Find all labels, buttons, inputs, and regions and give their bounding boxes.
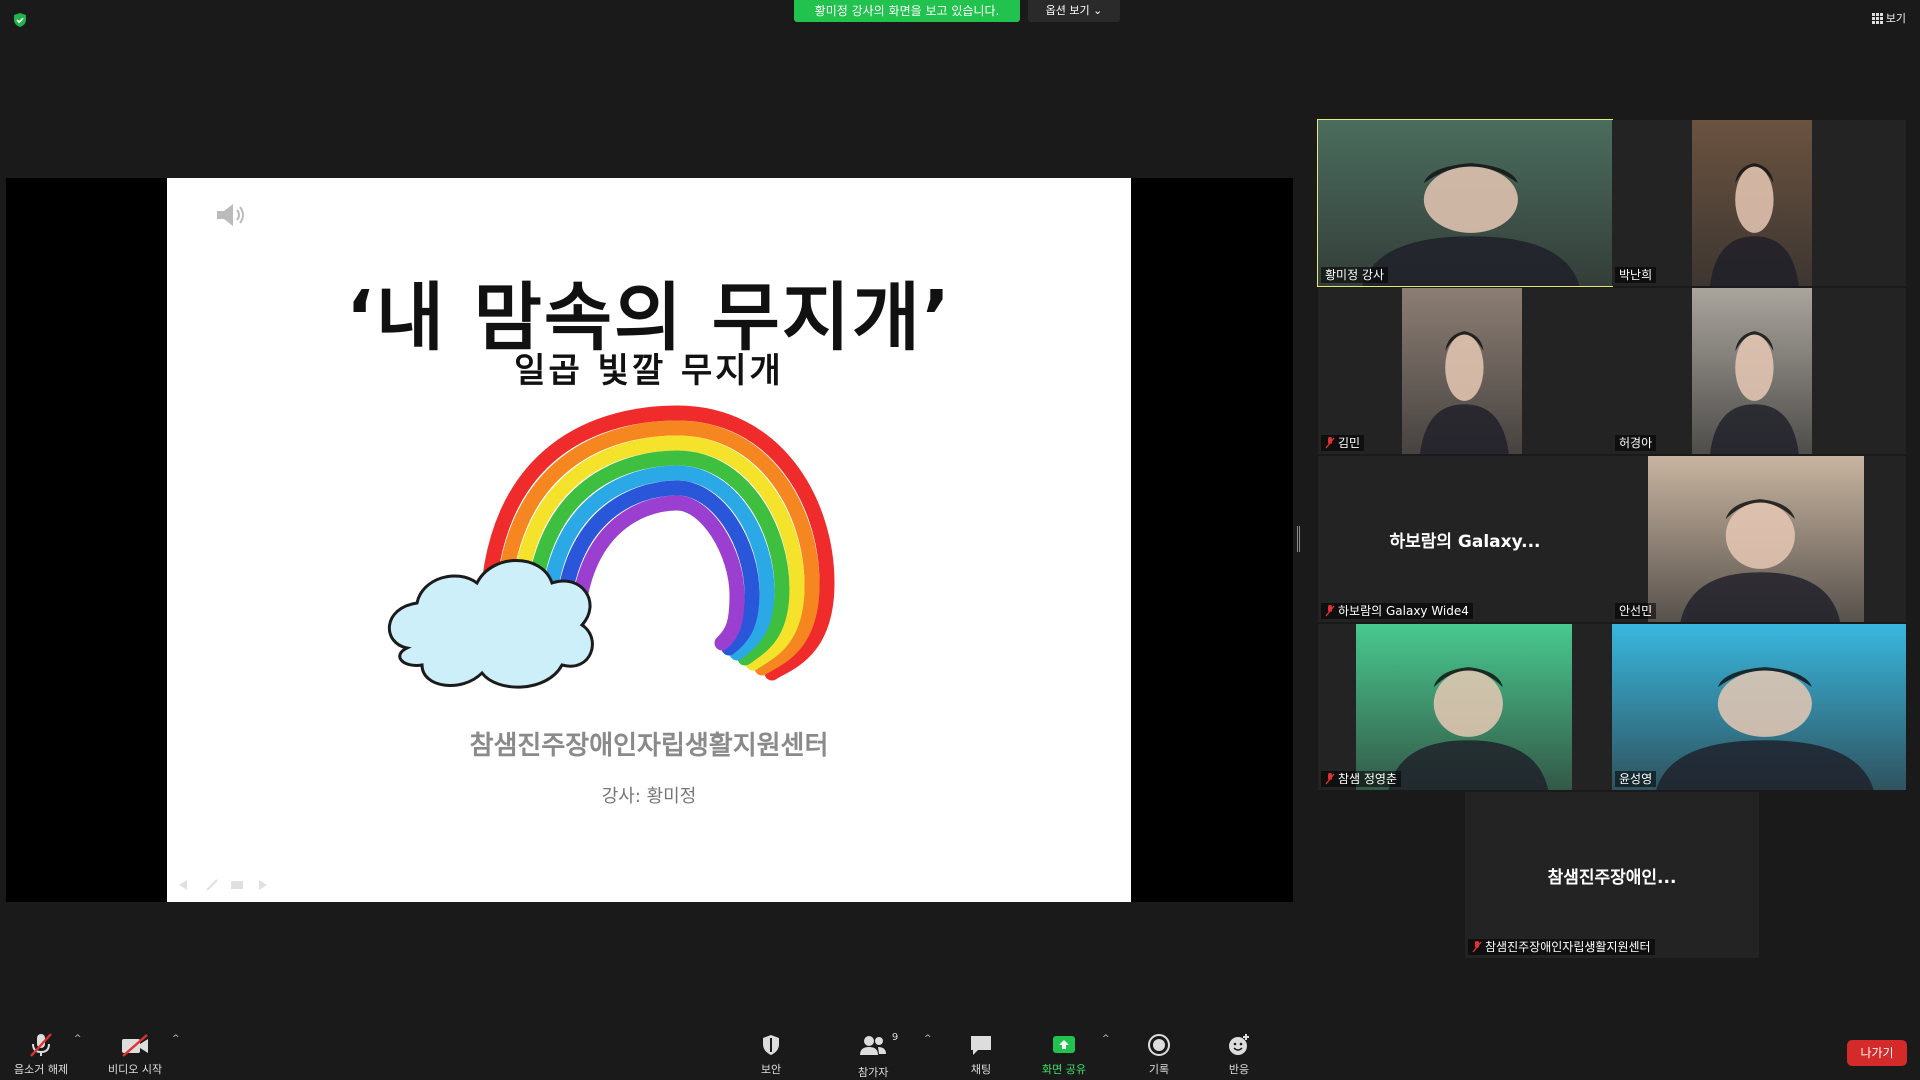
participant-name: 윤성영 [1619, 772, 1653, 786]
participant-name-label: 황미정 강사 [1321, 267, 1389, 283]
leave-button[interactable]: 나가기 [1847, 1040, 1907, 1066]
unmute-button[interactable]: 음소거 해제 [14, 1032, 68, 1077]
participant-name: 하보람의 Galaxy Wide4 [1338, 604, 1469, 618]
record-button[interactable]: 기록 [1146, 1032, 1172, 1077]
participant-name-label: 참샘진주장애인자립생활지원센터 [1468, 939, 1655, 955]
participant-video [1318, 120, 1612, 286]
participant-placeholder-name: 참샘진주장애인... [1547, 867, 1677, 888]
mic-muted-icon [30, 1033, 52, 1057]
participants-button[interactable]: 9 참가자 [858, 1032, 898, 1080]
screen-share-banner: 황미정 강사의 화면을 보고 있습니다. [794, 0, 1020, 22]
reactions-label: 반응 [1228, 1063, 1250, 1076]
view-button[interactable]: 보기 [1871, 10, 1906, 26]
participant-name: 김민 [1338, 436, 1361, 450]
chat-icon [971, 1036, 991, 1055]
participant-video [1692, 120, 1812, 286]
participant-tile[interactable]: 윤성영 [1612, 624, 1906, 790]
video-off-icon [122, 1034, 149, 1057]
view-button-label: 보기 [1885, 12, 1906, 25]
slide-teacher: 강사: 황미정 [601, 786, 697, 807]
participant-tile[interactable]: 안선민 [1612, 456, 1906, 622]
mic-muted-icon [1325, 605, 1335, 617]
participant-tile[interactable]: 하보람의 Galaxy... 하보람의 Galaxy Wide4 [1318, 456, 1612, 622]
chat-button[interactable]: 채팅 [968, 1032, 994, 1077]
person-silhouette-icon [1680, 499, 1841, 622]
presentation-slide: ‘내 맘속의 무지개’ 일곱 빛깔 무지개 참샘진주장애인자립생활지원센터 강사… [167, 178, 1131, 902]
participant-name-label: 허경아 [1615, 435, 1657, 451]
participants-options-caret[interactable]: ^ [924, 1034, 932, 1044]
share-options-caret[interactable]: ^ [1102, 1034, 1110, 1044]
view-options-dropdown[interactable]: 옵션 보기 ⌄ [1028, 0, 1120, 22]
participant-video [1402, 288, 1522, 454]
zoom-meeting-window: 황미정 강사의 화면을 보고 있습니다. 옵션 보기 ⌄ 보기 ‘내 맘속의 무… [0, 0, 1920, 1080]
slide-navigation-tools[interactable] [177, 878, 287, 892]
person-silhouette-icon [1710, 163, 1799, 286]
audio-options-caret[interactable]: ^ [74, 1034, 82, 1044]
participant-name-label: 참샘 정영춘 [1321, 771, 1402, 787]
chat-label: 채팅 [970, 1063, 992, 1076]
participant-video [1356, 624, 1572, 790]
record-label: 기록 [1148, 1063, 1170, 1076]
participant-name-label: 박난희 [1615, 267, 1657, 283]
participant-name-label: 윤성영 [1615, 771, 1657, 787]
participant-name-label: 하보람의 Galaxy Wide4 [1321, 603, 1473, 619]
person-silhouette-icon [1420, 331, 1509, 454]
person-silhouette-icon [1656, 667, 1874, 790]
participants-count: 9 [891, 1032, 899, 1043]
participant-tile[interactable]: 김민 [1318, 288, 1612, 454]
mic-muted-icon [1472, 941, 1482, 953]
participant-tile[interactable]: 참샘진주장애인... 참샘진주장애인자립생활지원센터 [1465, 792, 1759, 958]
participant-video [1648, 456, 1864, 622]
participant-name: 허경아 [1619, 436, 1653, 450]
participants-label: 참가자 [858, 1066, 889, 1079]
share-screen-label: 화면 공유 [1042, 1063, 1086, 1076]
video-options-caret[interactable]: ^ [172, 1034, 180, 1044]
participant-video [1612, 624, 1906, 790]
participant-name: 황미정 강사 [1325, 268, 1385, 282]
participant-tile[interactable]: 참샘 정영춘 [1318, 624, 1612, 790]
start-video-label: 비디오 시작 [108, 1063, 163, 1076]
person-silhouette-icon [1388, 667, 1549, 790]
security-label: 보안 [760, 1063, 782, 1076]
security-button[interactable]: 보안 [758, 1032, 784, 1077]
grid-view-icon [1871, 13, 1883, 24]
participant-name-label: 안선민 [1615, 603, 1657, 619]
share-screen-icon [1052, 1036, 1075, 1053]
reactions-button[interactable]: 반응 [1226, 1032, 1252, 1077]
participant-name: 박난희 [1619, 268, 1653, 282]
participant-name: 참샘 정영춘 [1338, 772, 1398, 786]
mic-muted-icon [1325, 437, 1335, 449]
security-shield-icon [763, 1035, 779, 1055]
speaker-icon[interactable] [215, 200, 249, 230]
participant-placeholder-name: 하보람의 Galaxy... [1389, 531, 1541, 552]
unmute-label: 음소거 해제 [14, 1063, 69, 1076]
participant-tile[interactable]: 황미정 강사 [1317, 119, 1613, 287]
meeting-toolbar: 음소거 해제 ^ 비디오 시작 ^ 보안 9 참가자 ^ 채팅 화면 공유 ^ … [0, 1020, 1920, 1080]
slide-organization: 참샘진주장애인자립생활지원센터 [469, 731, 829, 761]
start-video-button[interactable]: 비디오 시작 [108, 1032, 162, 1077]
participant-tile[interactable]: 박난희 [1612, 120, 1906, 286]
mic-muted-icon [1325, 773, 1335, 785]
reactions-icon [1229, 1034, 1249, 1055]
participant-tile[interactable]: 허경아 [1612, 288, 1906, 454]
participant-video [1692, 288, 1812, 454]
person-silhouette-icon [1362, 163, 1580, 286]
participant-name: 참샘진주장애인자립생활지원센터 [1485, 940, 1651, 954]
shared-screen[interactable]: ‘내 맘속의 무지개’ 일곱 빛깔 무지개 참샘진주장애인자립생활지원센터 강사… [6, 178, 1293, 902]
slide-subtitle: 일곱 빛깔 무지개 [514, 351, 784, 391]
security-shield-icon[interactable] [12, 12, 28, 28]
participants-icon [860, 1036, 887, 1055]
participant-name: 안선민 [1619, 604, 1653, 618]
split-view-handle[interactable] [1297, 526, 1300, 552]
participant-name-label: 김민 [1321, 435, 1365, 451]
record-icon [1148, 1034, 1170, 1056]
rainbow-illustration [388, 405, 835, 689]
person-silhouette-icon [1710, 331, 1799, 454]
share-screen-button[interactable]: 화면 공유 [1042, 1032, 1086, 1077]
